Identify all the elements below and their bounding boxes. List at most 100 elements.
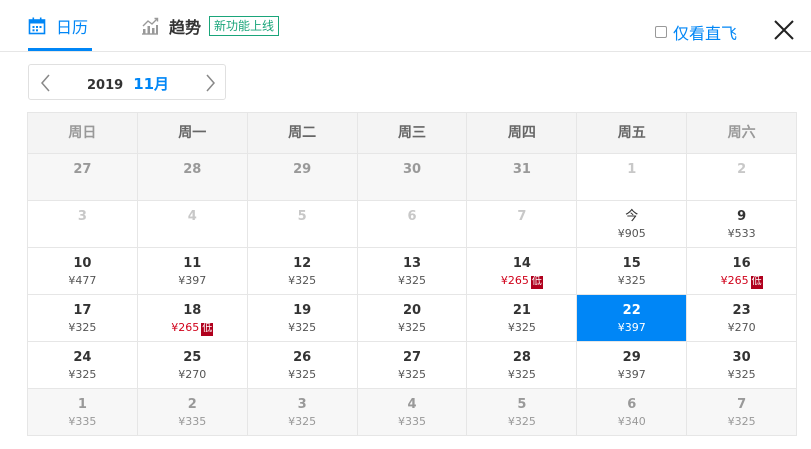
calendar-day[interactable]: 3 ¥325 (247, 389, 358, 436)
close-icon[interactable] (773, 19, 795, 41)
day-price (467, 227, 576, 241)
calendar-day: 4 (137, 201, 248, 248)
calendar-day[interactable]: 6 ¥340 (577, 389, 688, 436)
day-price: ¥270 (687, 321, 796, 335)
price-value: ¥335 (68, 415, 97, 428)
day-number: 28 (183, 162, 202, 177)
price-value: ¥325 (288, 368, 317, 381)
chevron-left-icon[interactable] (37, 74, 55, 92)
calendar-day: 6 (357, 201, 468, 248)
weekday-label: 周日 (28, 113, 138, 154)
calendar-day[interactable]: 24 ¥325 (28, 342, 138, 389)
weekday-label: 周一 (137, 113, 248, 154)
day-price: ¥325 (248, 415, 357, 429)
day-price: ¥397 (577, 368, 686, 382)
calendar-week-row: 10 ¥477 11 ¥397 12 ¥325 13 ¥325 14 ¥265 低 15 ¥325 16 ¥… (28, 248, 798, 295)
calendar-day[interactable]: 20 ¥325 (357, 295, 468, 342)
day-number: 31 (512, 162, 531, 177)
calendar-day[interactable]: 31 (467, 154, 578, 201)
day-number: 1 (627, 162, 637, 177)
day-price: ¥325 (358, 274, 467, 288)
day-number: 4 (187, 209, 197, 224)
weekday-label: 周三 (357, 113, 468, 154)
day-number: 3 (297, 397, 307, 412)
calendar-day[interactable]: 23 ¥270 (687, 295, 798, 342)
calendar-day[interactable]: 27 (28, 154, 138, 201)
lowest-price-badge: 低 (201, 323, 214, 336)
calendar-day[interactable]: 28 ¥325 (467, 342, 578, 389)
price-value: ¥325 (68, 368, 97, 381)
day-price (577, 180, 686, 194)
calendar-day[interactable]: 30 (357, 154, 468, 201)
day-price (138, 227, 247, 241)
calendar-day: 1 (577, 154, 688, 201)
calendar-day[interactable]: 11 ¥397 (137, 248, 248, 295)
calendar-day[interactable]: 29 (247, 154, 358, 201)
chevron-right-icon[interactable] (201, 74, 219, 92)
calendar-day[interactable]: 10 ¥477 (28, 248, 138, 295)
active-tab-indicator (28, 48, 92, 51)
new-feature-badge: 新功能上线 (209, 16, 280, 36)
calendar-day[interactable]: 25 ¥270 (137, 342, 248, 389)
day-number: 6 (627, 397, 637, 412)
calendar-day[interactable]: 26 ¥325 (247, 342, 358, 389)
day-number: 27 (73, 162, 92, 177)
calendar-day[interactable]: 5 ¥325 (467, 389, 578, 436)
day-number: 5 (297, 209, 307, 224)
price-value: ¥335 (178, 415, 207, 428)
calendar-day[interactable]: 19 ¥325 (247, 295, 358, 342)
calendar-icon (28, 17, 46, 35)
tab-calendar[interactable]: 日历 (28, 0, 88, 52)
day-price: ¥325 (467, 415, 576, 429)
price-value: ¥340 (617, 415, 646, 428)
day-price (467, 180, 576, 194)
calendar-day[interactable]: 1 ¥335 (28, 389, 138, 436)
calendar-day[interactable]: 2 ¥335 (137, 389, 248, 436)
calendar-day[interactable]: 29 ¥397 (577, 342, 688, 389)
day-number: 15 (622, 256, 641, 271)
direct-only-checkbox[interactable] (655, 26, 667, 38)
direct-only-filter[interactable]: 仅看直飞 (655, 20, 737, 44)
calendar-day[interactable]: 9 ¥533 (687, 201, 798, 248)
calendar-day[interactable]: 16 ¥265 低 (687, 248, 798, 295)
day-price: ¥265 低 (138, 321, 247, 336)
day-number: 28 (512, 350, 531, 365)
day-price (687, 180, 796, 194)
calendar-day[interactable]: 15 ¥325 (577, 248, 688, 295)
calendar-day[interactable]: 30 ¥325 (687, 342, 798, 389)
day-number: 23 (732, 303, 751, 318)
calendar-day[interactable]: 今 ¥905 (577, 201, 688, 248)
direct-only-label[interactable]: 仅看直飞 (673, 20, 737, 44)
calendar-day[interactable]: 13 ¥325 (357, 248, 468, 295)
tab-trend[interactable]: 趋势 新功能上线 (140, 0, 280, 52)
calendar-day[interactable]: 14 ¥265 低 (467, 248, 578, 295)
current-month: 2019 11月 (87, 73, 169, 94)
price-value: ¥265 (720, 274, 749, 287)
day-price: ¥325 (687, 415, 796, 429)
calendar-day[interactable]: 17 ¥325 (28, 295, 138, 342)
day-number: 1 (77, 397, 87, 412)
day-number: 12 (293, 256, 312, 271)
day-price: ¥325 (248, 368, 357, 382)
price-value: ¥325 (288, 415, 317, 428)
calendar-day[interactable]: 7 ¥325 (687, 389, 798, 436)
calendar-week-row: 17 ¥325 18 ¥265 低 19 ¥325 20 ¥325 21 ¥325 22 ¥397 23 ¥… (28, 295, 798, 342)
calendar-day[interactable]: 18 ¥265 低 (137, 295, 248, 342)
day-number: 29 (293, 162, 312, 177)
calendar-day[interactable]: 21 ¥325 (467, 295, 578, 342)
day-price (138, 180, 247, 194)
day-price (358, 180, 467, 194)
calendar-day[interactable]: 4 ¥335 (357, 389, 468, 436)
day-price: ¥325 (358, 321, 467, 335)
calendar-day[interactable]: 27 ¥325 (357, 342, 468, 389)
day-number: 11 (183, 256, 202, 271)
calendar-day[interactable]: 28 (137, 154, 248, 201)
day-number: 2 (187, 397, 197, 412)
tab-calendar-label: 日历 (56, 18, 89, 37)
day-number: 4 (407, 397, 417, 412)
calendar-day-selected[interactable]: 22 ¥397 (577, 295, 688, 342)
day-price: ¥397 (577, 321, 686, 335)
price-value: ¥265 (171, 321, 200, 334)
calendar-day[interactable]: 12 ¥325 (247, 248, 358, 295)
weekday-label: 周二 (247, 113, 358, 154)
